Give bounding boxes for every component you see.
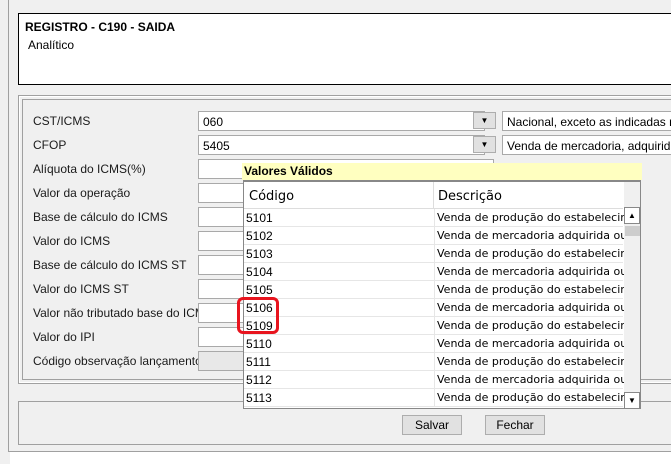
field-label: CFOP xyxy=(33,138,67,152)
save-button[interactable]: Salvar xyxy=(402,415,462,435)
description-cell: Venda de mercadoria adquirida ou r... xyxy=(434,335,640,353)
description-cell: Venda de produção do estabelecime... xyxy=(434,209,640,227)
field-label: Valor do IPI xyxy=(33,330,95,344)
table-row[interactable]: 5111 Venda de produção do estabelecime... xyxy=(244,353,640,371)
field-label: Base de cálculo do ICMS ST xyxy=(33,258,187,272)
field-label: Valor não tributado base do ICMS xyxy=(33,306,213,320)
field-label: Código observação lançamento xyxy=(33,354,202,368)
code-cell: 5101 xyxy=(246,211,273,225)
code-cell: 5105 xyxy=(246,283,273,297)
field-label: Valor da operação xyxy=(33,186,131,200)
scroll-down-icon[interactable]: ▼ xyxy=(624,392,640,408)
code-cell: 5110 xyxy=(246,337,272,351)
field-label: Alíquota do ICMS(%) xyxy=(33,162,146,176)
valid-values-popup: Valores Válidos Código Descrição 5101 Ven… xyxy=(242,163,642,409)
scrollbar[interactable]: ▲ ▼ xyxy=(624,182,640,408)
table-row[interactable]: 5110 Venda de mercadoria adquirida ou r..… xyxy=(244,335,640,353)
field-description: Venda de mercadoria, adquirida ou xyxy=(502,135,671,155)
valid-values-table: Código Descrição 5101 Venda de produção d… xyxy=(243,180,641,409)
description-cell: Venda de produção do estabelecime... xyxy=(434,281,640,299)
column-header-code[interactable]: Código xyxy=(249,189,294,204)
code-cell: 5111 xyxy=(246,355,271,369)
code-cell: 5112 xyxy=(246,373,272,387)
dropdown-button[interactable]: ▼ xyxy=(473,112,496,129)
triangle-down-icon: ▼ xyxy=(480,116,489,125)
field-label: CST/ICMS xyxy=(33,114,91,128)
close-button[interactable]: Fechar xyxy=(485,415,545,435)
description-cell: Venda de mercadoria adquirida ou r... xyxy=(434,299,640,317)
description-cell: Venda de produção do estabelecime... xyxy=(434,245,640,263)
popup-title: Valores Válidos xyxy=(242,163,642,180)
form-row: CFOP 5405▼ Venda de mercadoria, adquirida … xyxy=(23,135,671,155)
form-row: CST/ICMS 060 ▼ Nacional, exceto as indicada… xyxy=(23,111,671,131)
table-row[interactable]: 5109 Venda de produção do estabelecime... xyxy=(244,317,640,335)
table-row[interactable]: 5101 Venda de produção do estabelecime... xyxy=(244,209,640,227)
table-row[interactable]: 5104 Venda de mercadoria adquirida ou r..… xyxy=(244,263,640,281)
field-label: Valor do ICMS xyxy=(33,234,111,248)
scroll-up-icon[interactable]: ▲ xyxy=(624,207,640,224)
table-row[interactable]: 5102 Venda de mercadoria adquirida ou r..… xyxy=(244,227,640,245)
description-cell: Venda de mercadoria adquirida ou r... xyxy=(434,227,640,245)
dropdown-button[interactable]: ▼ xyxy=(473,136,496,153)
code-cell: 5104 xyxy=(246,265,273,279)
description-cell: Venda de produção do estabelecime... xyxy=(434,353,640,371)
field-label: Base de cálculo do ICMS xyxy=(33,210,168,224)
field-description: Nacional, exceto as indicadas nos c xyxy=(502,111,671,131)
code-cell: 5103 xyxy=(246,247,273,261)
description-cell: Venda de mercadoria adquirida ou r... xyxy=(434,371,640,389)
code-cell: 5102 xyxy=(246,229,273,243)
table-header: Código Descrição xyxy=(244,182,623,209)
highlight-annotation xyxy=(237,297,279,334)
triangle-down-icon: ▼ xyxy=(480,140,489,149)
table-row[interactable]: 5106 Venda de mercadoria adquirida ou r..… xyxy=(244,299,640,317)
scroll-thumb[interactable] xyxy=(625,226,640,236)
field-input[interactable]: 5405 xyxy=(198,135,485,155)
field-label: Valor do ICMS ST xyxy=(33,282,129,296)
record-title: REGISTRO - C190 - SAIDA xyxy=(25,20,176,34)
table-row[interactable]: 5103 Venda de produção do estabelecime... xyxy=(244,245,640,263)
description-cell: Venda de produção do estabelecime... xyxy=(434,389,640,407)
table-row[interactable]: 5112 Venda de mercadoria adquirida ou r..… xyxy=(244,371,640,389)
field-input[interactable]: 060 xyxy=(198,111,485,131)
description-cell: Venda de produção do estabelecime... xyxy=(434,317,640,335)
table-row[interactable]: 5113 Venda de produção do estabelecime... xyxy=(244,389,640,407)
column-header-description[interactable]: Descrição xyxy=(433,182,623,209)
table-row[interactable]: 5105 Venda de produção do estabelecime... xyxy=(244,281,640,299)
description-cell: Venda de mercadoria adquirida ou r... xyxy=(434,263,640,281)
code-cell: 5113 xyxy=(246,391,272,405)
record-subtitle: Analítico xyxy=(28,38,75,52)
record-header: REGISTRO - C190 - SAIDA Analítico xyxy=(18,13,671,85)
